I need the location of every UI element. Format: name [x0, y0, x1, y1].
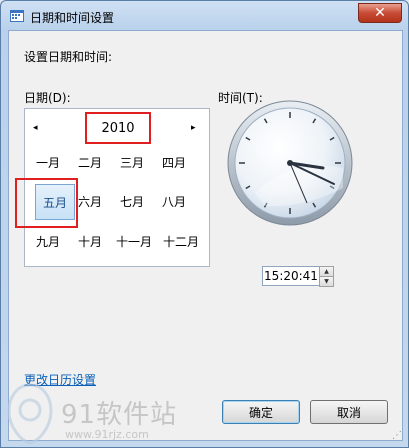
window-title: 日期和时间设置: [30, 11, 115, 25]
month-cell-4[interactable]: 四月: [154, 147, 194, 177]
watermark-logo: [7, 383, 53, 445]
month-cell-9[interactable]: 九月: [28, 226, 68, 256]
resize-grip-icon[interactable]: ⋰: [392, 430, 402, 441]
month-cell-11[interactable]: 十一月: [112, 226, 156, 256]
chevron-down-icon: ▼: [324, 278, 329, 285]
watermark-url: www.91rjz.com: [65, 428, 149, 441]
time-input[interactable]: 15:20:41: [262, 266, 320, 286]
calendar: ◂ 2010 ▸ 一月 二月 三月 四月 五月 六月 七月 八月 九月 十月 十…: [15, 108, 210, 267]
year-header-button[interactable]: 2010: [85, 112, 151, 144]
cancel-button[interactable]: 取消: [310, 400, 388, 424]
month-cell-2[interactable]: 二月: [70, 147, 110, 177]
month-cell-1[interactable]: 一月: [28, 147, 68, 177]
chevron-up-icon: ▲: [324, 268, 329, 275]
dialog-window: 日期和时间设置 ✕ 设置日期和时间: 日期(D): 时间(T): ◂ 2010 …: [0, 0, 409, 448]
watermark-brand: 91软件站: [61, 400, 178, 430]
month-cell-12[interactable]: 十二月: [158, 226, 204, 256]
spin-down-button[interactable]: ▼: [319, 276, 334, 287]
selection-highlight-box: [15, 178, 78, 228]
time-spinner: ▲ ▼: [319, 266, 334, 287]
close-icon: ✕: [374, 5, 386, 21]
page-heading: 设置日期和时间:: [24, 50, 113, 64]
next-year-arrow-icon[interactable]: ▸: [191, 123, 196, 133]
date-label: 日期(D):: [24, 91, 71, 105]
prev-year-arrow-icon[interactable]: ◂: [33, 123, 38, 133]
dialog-body: 设置日期和时间: 日期(D): 时间(T): ◂ 2010 ▸ 一月 二月 三月…: [8, 30, 403, 441]
month-cell-8[interactable]: 八月: [154, 186, 194, 216]
calendar-clock-icon: [10, 10, 24, 22]
close-button[interactable]: ✕: [358, 3, 402, 23]
year-label: 2010: [101, 120, 135, 136]
month-cell-3[interactable]: 三月: [112, 147, 152, 177]
title-bar[interactable]: 日期和时间设置 ✕: [1, 1, 408, 31]
month-cell-7[interactable]: 七月: [112, 186, 152, 216]
analog-clock: [227, 100, 353, 226]
ok-button[interactable]: 确定: [222, 400, 300, 424]
month-cell-10[interactable]: 十月: [70, 226, 110, 256]
